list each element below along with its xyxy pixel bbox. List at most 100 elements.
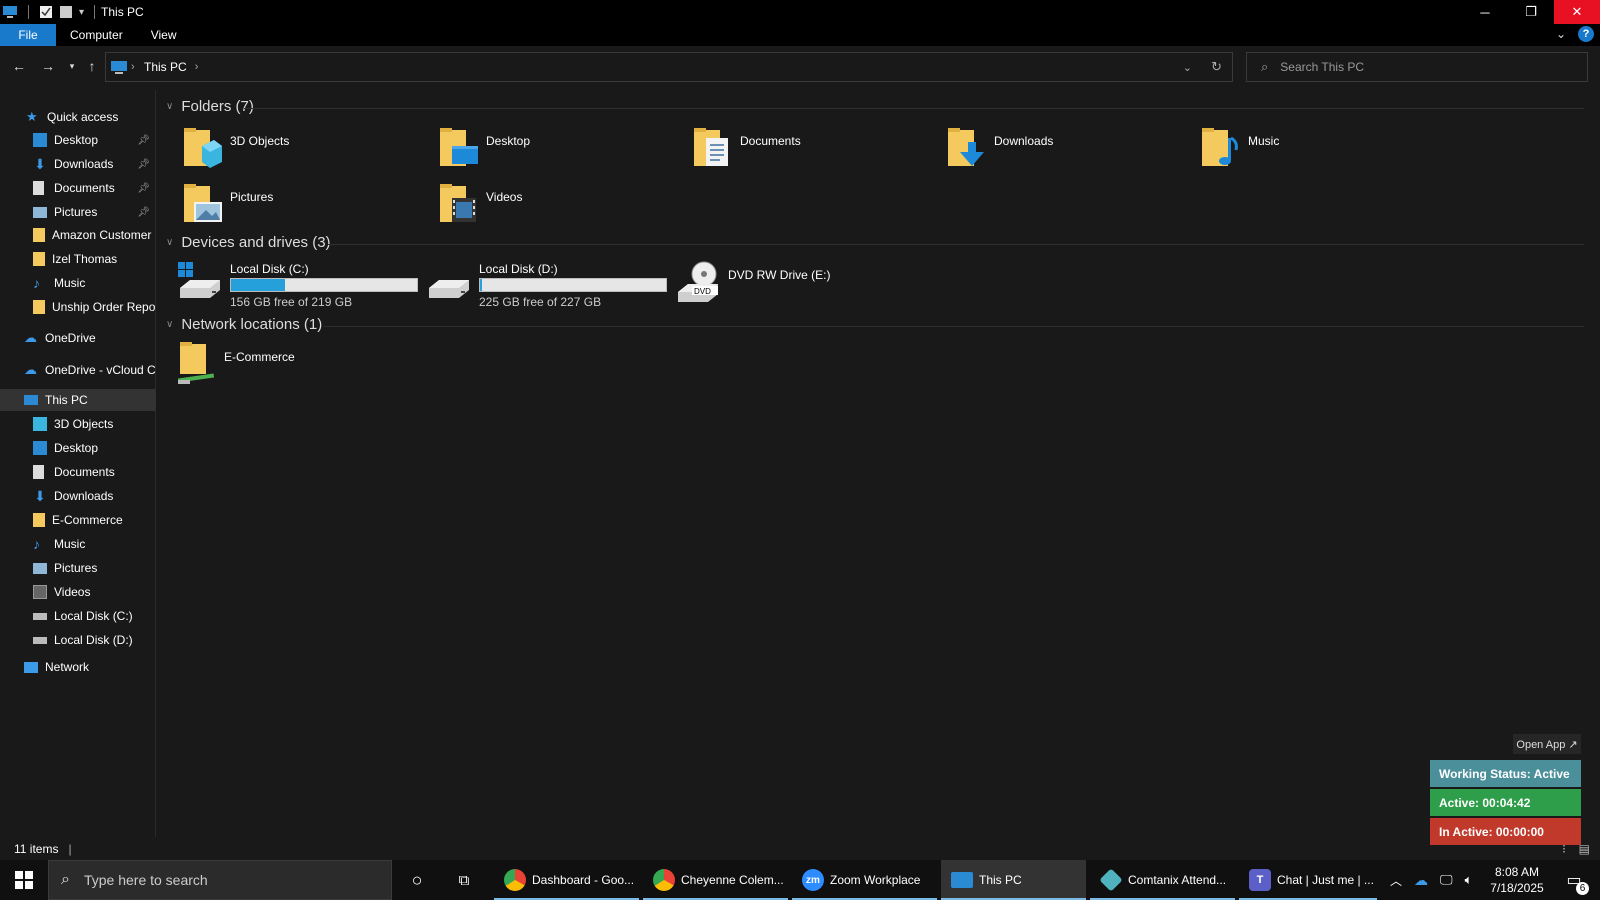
toolbar-separator [28, 5, 29, 19]
taskbar-search-box[interactable]: ⌕ Type here to search [48, 860, 392, 900]
nav-pc-pictures[interactable]: Pictures [0, 557, 156, 579]
maximize-button[interactable]: ❐ [1508, 0, 1554, 24]
task-view-icon[interactable]: ⧉ [452, 860, 476, 900]
nav-this-pc[interactable]: This PC [0, 389, 156, 411]
pin-icon: 📌︎ [137, 182, 150, 194]
nav-onedrive-vcloud[interactable]: ☁ OneDrive - vCloud Cl [0, 359, 156, 381]
nav-pc-music[interactable]: ♪ Music [0, 533, 156, 555]
refresh-icon[interactable]: ↻ [1211, 59, 1222, 75]
minimize-button[interactable]: ─ [1462, 0, 1508, 24]
nav-quick-music[interactable]: ♪ Music [0, 272, 156, 294]
pictures-folder-icon [184, 184, 222, 222]
breadcrumb-chevron-icon[interactable]: › [131, 61, 135, 73]
folder-tile-music[interactable]: Music [1200, 124, 1279, 170]
folder-tile-3d-objects[interactable]: 3D Objects [182, 124, 289, 170]
title-separator [94, 5, 96, 19]
show-hidden-icons-chevron-icon[interactable]: ︿ [1390, 872, 1402, 889]
taskbar-app-chrome-cheyenne[interactable]: Cheyenne Colem... [643, 860, 788, 900]
clock[interactable]: 8:08 AM 7/18/2025 [1482, 864, 1552, 896]
nav-pc-local-disk-d[interactable]: Local Disk (D:) [0, 629, 156, 651]
nav-onedrive[interactable]: ☁ OneDrive [0, 327, 156, 349]
customize-toolbar-chevron-icon[interactable]: ▾ [79, 7, 84, 18]
nav-pc-e-commerce[interactable]: E-Commerce [0, 509, 156, 531]
recent-locations-chevron-icon[interactable]: ▾ [63, 61, 81, 72]
back-arrow-icon[interactable]: ← [10, 58, 28, 74]
nav-pc-local-disk-c[interactable]: Local Disk (C:) [0, 605, 156, 627]
close-button[interactable]: ✕ [1554, 0, 1600, 24]
nav-network[interactable]: Network [0, 656, 156, 678]
documents-folder-icon [694, 128, 728, 166]
expand-ribbon-chevron-icon[interactable]: ⌄ [1556, 27, 1566, 41]
nav-quick-downloads[interactable]: ⬇ Downloads 📌︎ [0, 153, 156, 175]
inactive-time-badge: In Active: 00:00:00 [1430, 818, 1581, 845]
breadcrumb-this-pc[interactable]: This PC [144, 60, 187, 74]
nav-pc-3d-objects[interactable]: 3D Objects [0, 413, 156, 435]
taskbar-app-comtanix[interactable]: Comtanix Attend... [1090, 860, 1235, 900]
teams-icon: T [1249, 869, 1271, 891]
network-status-icon[interactable]: 🖵︎ [1440, 872, 1453, 888]
nav-quick-desktop[interactable]: Desktop 📌︎ [0, 129, 156, 151]
tab-computer[interactable]: Computer [56, 24, 137, 46]
onedrive-cloud-icon[interactable]: ☁ [1414, 872, 1428, 889]
notifications-button[interactable]: ▭ 6 [1556, 860, 1592, 900]
group-header-label: Network locations (1) [181, 316, 323, 333]
nav-label: Desktop [54, 133, 99, 147]
open-app-button[interactable]: Open App ↗ [1513, 734, 1581, 754]
help-icon[interactable]: ? [1578, 26, 1594, 42]
nav-pc-videos[interactable]: Videos [0, 581, 156, 603]
network-group-header[interactable]: ∨ Network locations (1) [166, 316, 322, 333]
folder-tile-documents[interactable]: Documents [692, 124, 801, 170]
drive-icon [429, 280, 469, 298]
folders-group-header[interactable]: ∨ Folders (7) [166, 98, 254, 115]
nav-quick-amazon-customer[interactable]: Amazon Customer [0, 224, 156, 246]
folder-tile-downloads[interactable]: Downloads [946, 124, 1053, 170]
properties-icon[interactable] [39, 5, 53, 19]
folder-tile-pictures[interactable]: Pictures [182, 180, 273, 226]
desktop-icon [33, 133, 47, 147]
folder-icon [33, 300, 45, 314]
group-divider [244, 108, 1584, 109]
nav-quick-documents[interactable]: Documents 📌︎ [0, 177, 156, 199]
address-bar[interactable]: › This PC › ⌄ ↻ [105, 52, 1233, 82]
nav-pc-documents[interactable]: Documents [0, 461, 156, 483]
nav-quick-unship-order-report[interactable]: Unship Order Report [0, 296, 156, 318]
taskbar-app-this-pc[interactable]: This PC [941, 860, 1086, 900]
navigation-pane: ★ Quick access Desktop 📌︎ ⬇ Downloads 📌︎ D… [0, 90, 156, 837]
nav-quick-pictures[interactable]: Pictures 📌︎ [0, 201, 156, 223]
new-folder-icon[interactable] [59, 5, 73, 19]
nav-pc-desktop[interactable]: Desktop [0, 437, 156, 459]
nav-label: Videos [54, 585, 91, 599]
nav-pc-downloads[interactable]: ⬇ Downloads [0, 485, 156, 507]
volume-icon[interactable]: 🔈︎ [1465, 872, 1473, 888]
cortana-icon[interactable]: ○ [405, 860, 429, 900]
folder-label: Videos [486, 190, 523, 204]
breadcrumb-chevron-icon[interactable]: › [195, 61, 199, 73]
folder-tile-desktop[interactable]: Desktop [438, 124, 530, 170]
devices-group-header[interactable]: ∨ Devices and drives (3) [166, 234, 331, 251]
drive-tile-dvd[interactable]: DVD DVD RW Drive (E:) [674, 260, 830, 304]
taskbar-app-zoom[interactable]: zm Zoom Workplace [792, 860, 937, 900]
network-icon [24, 661, 38, 673]
nav-label: Amazon Customer [52, 228, 152, 242]
pictures-icon [33, 562, 47, 574]
tab-file[interactable]: File [0, 24, 56, 46]
group-divider [324, 326, 1584, 327]
address-dropdown-chevron-icon[interactable]: ⌄ [1183, 61, 1192, 74]
up-arrow-icon[interactable]: ↑ [83, 58, 101, 74]
taskbar: ⌕ Type here to search ○ ⧉ Dashboard - Go… [0, 860, 1600, 900]
drive-tile-c[interactable]: Local Disk (C:) 156 GB free of 219 GB [176, 260, 418, 309]
search-placeholder: Search This PC [1280, 60, 1365, 74]
forward-arrow-icon[interactable]: → [39, 58, 57, 74]
taskbar-app-teams[interactable]: T Chat | Just me | ... [1239, 860, 1377, 900]
tab-view[interactable]: View [137, 24, 191, 46]
folder-tile-videos[interactable]: Videos [438, 180, 522, 226]
nav-quick-izel-thomas[interactable]: Izel Thomas [0, 248, 156, 270]
nav-label: Izel Thomas [52, 252, 118, 266]
documents-icon [33, 465, 44, 479]
drive-tile-d[interactable]: Local Disk (D:) 225 GB free of 227 GB [425, 260, 667, 309]
network-tile-e-commerce[interactable]: E-Commerce [176, 340, 295, 386]
search-box[interactable]: ⌕ Search This PC [1246, 52, 1588, 82]
start-button[interactable] [0, 860, 48, 900]
nav-quick-access[interactable]: ★ Quick access [0, 106, 156, 128]
taskbar-app-chrome-dashboard[interactable]: Dashboard - Goo... [494, 860, 639, 900]
